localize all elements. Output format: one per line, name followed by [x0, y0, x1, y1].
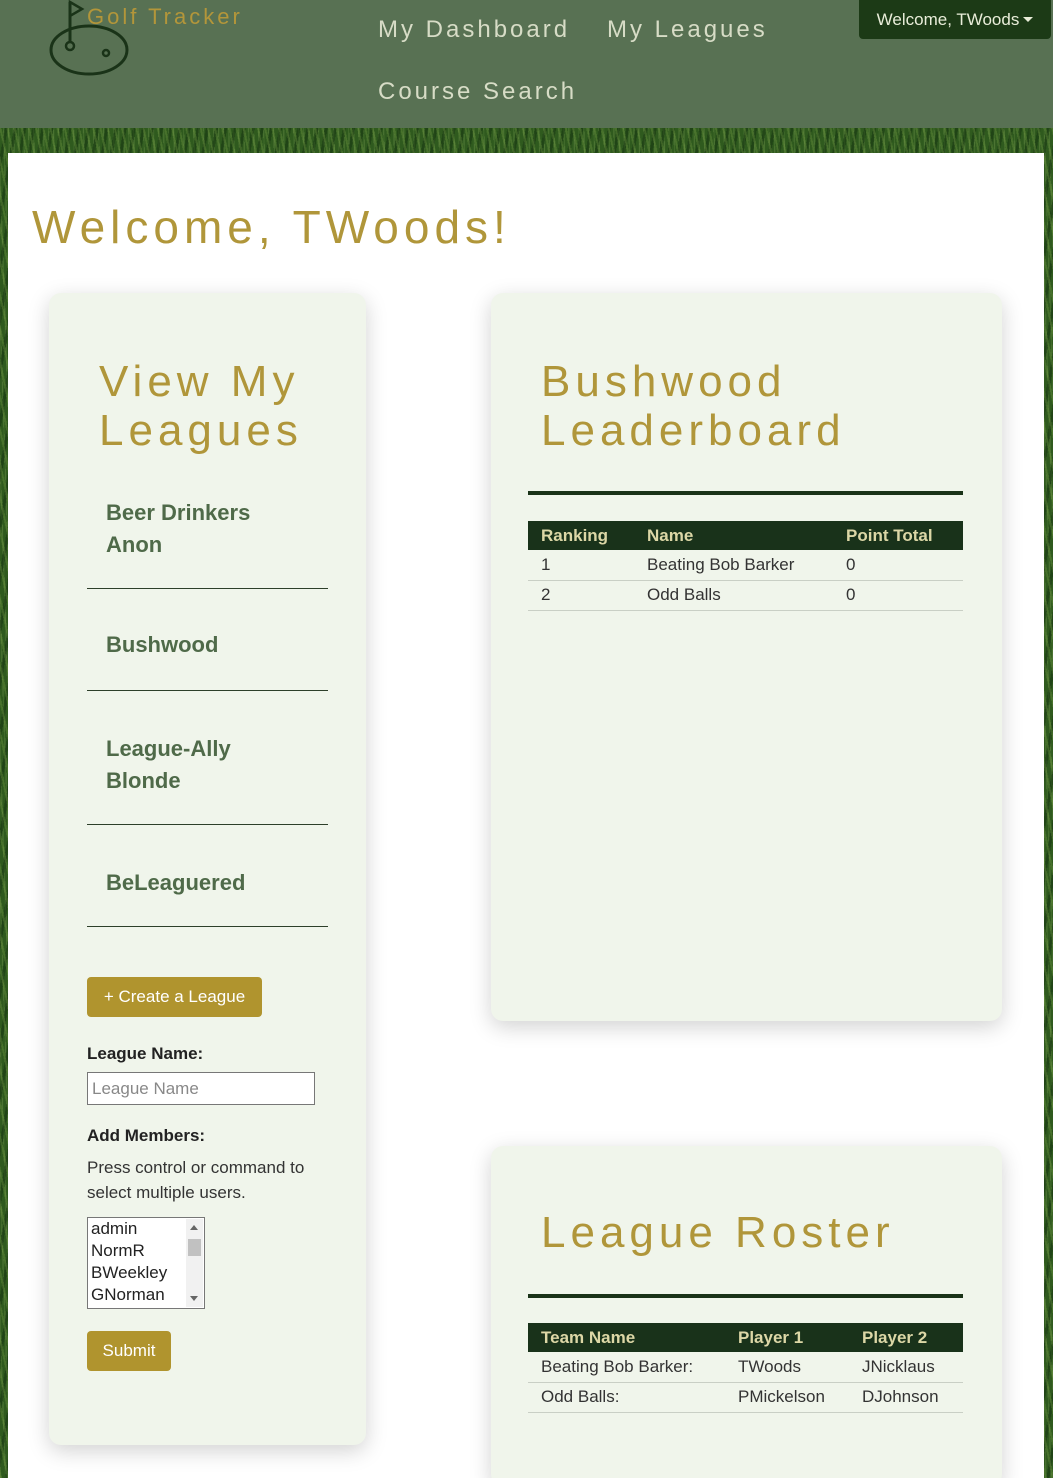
- column-header-player-1: Player 1: [725, 1323, 849, 1352]
- cell-name: Beating Bob Barker: [634, 550, 833, 581]
- leaderboard-title: Bushwood Leaderboard: [541, 357, 846, 455]
- leaderboard-divider: [528, 491, 963, 495]
- league-roster-table: Team Name Player 1 Player 2 Beating Bob …: [528, 1323, 963, 1413]
- members-select-scrollbar[interactable]: [186, 1219, 203, 1307]
- cell-point-total: 0: [833, 550, 963, 581]
- column-header-ranking: Ranking: [528, 521, 634, 550]
- cell-team-name: Odd Balls:: [528, 1382, 725, 1413]
- table-row: Odd Balls: PMickelson DJohnson: [528, 1382, 963, 1413]
- my-leagues-title: View My Leagues: [99, 357, 303, 455]
- column-header-point-total: Point Total: [833, 521, 963, 550]
- member-option-normr[interactable]: NormR: [91, 1240, 145, 1262]
- brand-name[interactable]: Golf Tracker: [87, 4, 243, 30]
- league-item-bushwood[interactable]: Bushwood: [87, 589, 328, 691]
- nav-link-course-search[interactable]: Course Search: [378, 78, 577, 106]
- cell-name: Odd Balls: [634, 580, 833, 611]
- cell-player-1: PMickelson: [725, 1382, 849, 1413]
- cell-point-total: 0: [833, 580, 963, 611]
- table-row: 2 Odd Balls 0: [528, 580, 963, 611]
- table-header-row: Team Name Player 1 Player 2: [528, 1323, 963, 1352]
- league-roster-card: League Roster Team Name Player 1 Player …: [491, 1146, 1002, 1478]
- create-league-button[interactable]: + Create a League: [87, 977, 262, 1017]
- add-members-help-text: Press control or command to select multi…: [87, 1158, 305, 1202]
- column-header-player-2: Player 2: [849, 1323, 963, 1352]
- scrollbar-thumb[interactable]: [188, 1239, 201, 1256]
- column-header-team-name: Team Name: [528, 1323, 725, 1352]
- cell-team-name: Beating Bob Barker:: [528, 1352, 725, 1383]
- user-menu-label: Welcome, TWoods: [876, 9, 1020, 29]
- roster-divider: [528, 1294, 963, 1298]
- leaderboard-card: Bushwood Leaderboard Ranking Name Point …: [491, 293, 1002, 1021]
- league-item-label: Beer Drinkers Anon: [106, 500, 251, 557]
- page-welcome-heading: Welcome, TWoods!: [32, 201, 511, 253]
- cell-ranking: 2: [528, 580, 634, 611]
- scroll-down-arrow-icon[interactable]: [190, 1296, 198, 1301]
- members-multi-select[interactable]: admin NormR BWeekley GNorman: [87, 1217, 205, 1309]
- table-row: 1 Beating Bob Barker 0: [528, 550, 963, 581]
- table-header-row: Ranking Name Point Total: [528, 521, 963, 550]
- league-item-label: League-Ally Blonde: [106, 736, 231, 793]
- top-navbar: Golf Tracker My Dashboard My Leagues Cou…: [0, 0, 1053, 128]
- league-item-label: Bushwood: [106, 632, 219, 657]
- nav-link-my-leagues[interactable]: My Leagues: [607, 16, 768, 44]
- nav-link-dashboard[interactable]: My Dashboard: [378, 16, 570, 44]
- member-option-bweekley[interactable]: BWeekley: [91, 1262, 167, 1284]
- my-leagues-card: View My Leagues Beer Drinkers Anon Bushw…: [49, 293, 366, 1445]
- submit-button[interactable]: Submit: [87, 1331, 171, 1371]
- member-option-admin[interactable]: admin: [91, 1218, 137, 1240]
- scroll-up-arrow-icon[interactable]: [190, 1225, 198, 1230]
- league-name-label: League Name:: [87, 1044, 204, 1063]
- caret-down-icon: [1023, 17, 1034, 22]
- add-members-label: Add Members:: [87, 1126, 206, 1145]
- table-row: Beating Bob Barker: TWoods JNicklaus: [528, 1352, 963, 1383]
- cell-ranking: 1: [528, 550, 634, 581]
- league-item-label: BeLeaguered: [106, 870, 246, 895]
- league-item-beer-drinkers-anon[interactable]: Beer Drinkers Anon: [87, 483, 328, 589]
- league-item-league-ally-blonde[interactable]: League-Ally Blonde: [87, 691, 328, 825]
- cell-player-1: TWoods: [725, 1352, 849, 1383]
- user-menu-dropdown[interactable]: Welcome, TWoods: [859, 0, 1051, 39]
- league-name-input[interactable]: [87, 1072, 315, 1105]
- cell-player-2: DJohnson: [849, 1382, 963, 1413]
- column-header-name: Name: [634, 521, 833, 550]
- league-item-beleaguered[interactable]: BeLeaguered: [87, 825, 328, 927]
- leaderboard-table: Ranking Name Point Total 1 Beating Bob B…: [528, 521, 963, 611]
- cell-player-2: JNicklaus: [849, 1352, 963, 1383]
- member-option-gnorman[interactable]: GNorman: [91, 1284, 165, 1306]
- league-roster-title: League Roster: [541, 1208, 895, 1257]
